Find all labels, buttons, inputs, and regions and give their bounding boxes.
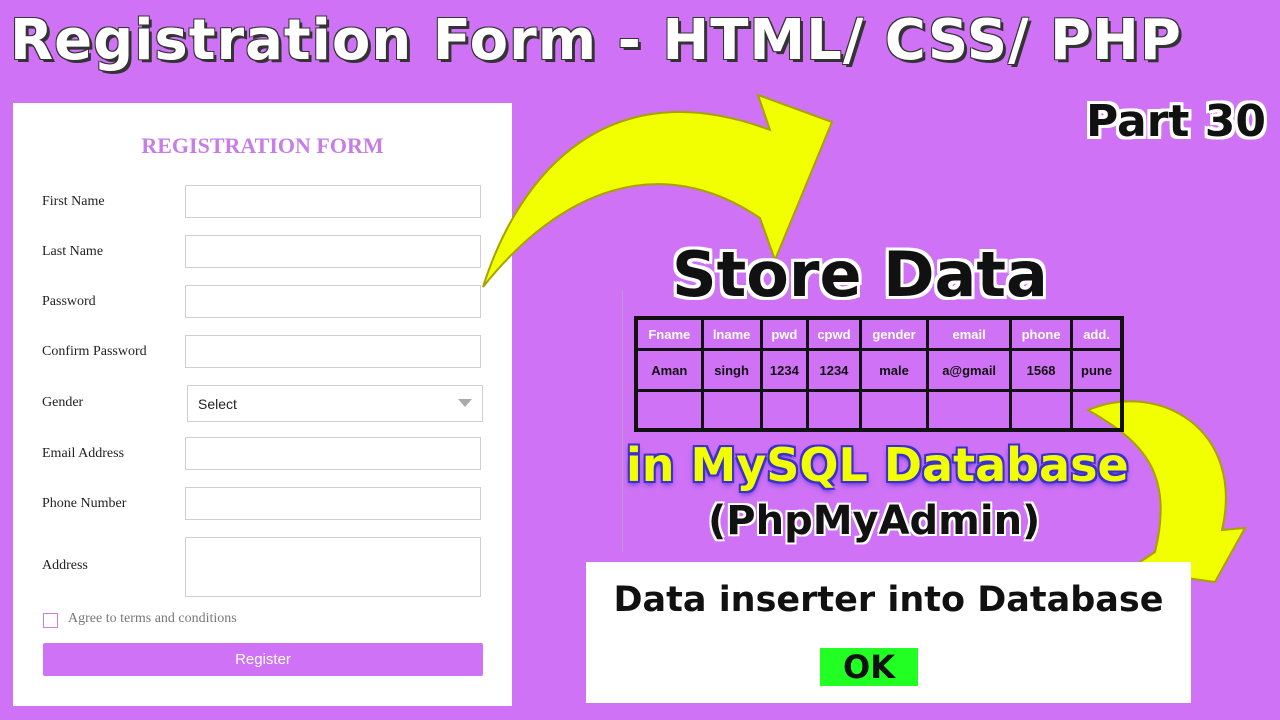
column-header: pwd (759, 316, 810, 351)
column-header: email (926, 316, 1013, 351)
alert-message: Data inserter into Database (613, 580, 1164, 620)
table-cell (1070, 389, 1124, 432)
mysql-subtitle: in MySQL Database (626, 438, 1129, 492)
table-row (634, 389, 1124, 432)
table-cell (1009, 389, 1074, 432)
table-cell (634, 389, 704, 432)
table-cell (759, 389, 810, 432)
table-header-row: Fname lname pwd cpwd gender email phone … (634, 316, 1124, 351)
table-cell (700, 389, 763, 432)
table-cell (926, 389, 1013, 432)
table-row: Aman singh 1234 1234 male a@gmail 1568 p… (634, 348, 1124, 392)
table-cell: pune (1070, 348, 1124, 392)
table-cell: male (858, 348, 930, 392)
ok-button[interactable]: OK (820, 648, 918, 686)
store-data-title: Store Data (672, 238, 1048, 311)
table-cell: 1234 (759, 348, 810, 392)
table-cell: 1568 (1009, 348, 1074, 392)
column-header: add. (1070, 316, 1124, 351)
table-cell (858, 389, 930, 432)
table-cell: singh (700, 348, 763, 392)
table-cell (806, 389, 862, 432)
database-table: Fname lname pwd cpwd gender email phone … (634, 316, 1124, 432)
column-header: cpwd (806, 316, 862, 351)
table-cell: Aman (634, 348, 704, 392)
column-header: lname (700, 316, 763, 351)
phpmyadmin-subtitle: (PhpMyAdmin) (708, 498, 1041, 544)
column-header: phone (1009, 316, 1074, 351)
table-cell: 1234 (806, 348, 862, 392)
divider (622, 290, 623, 552)
column-header: gender (858, 316, 930, 351)
column-header: Fname (634, 316, 704, 351)
table-cell: a@gmail (926, 348, 1013, 392)
alert-dialog: Data inserter into Database OK (586, 562, 1191, 703)
